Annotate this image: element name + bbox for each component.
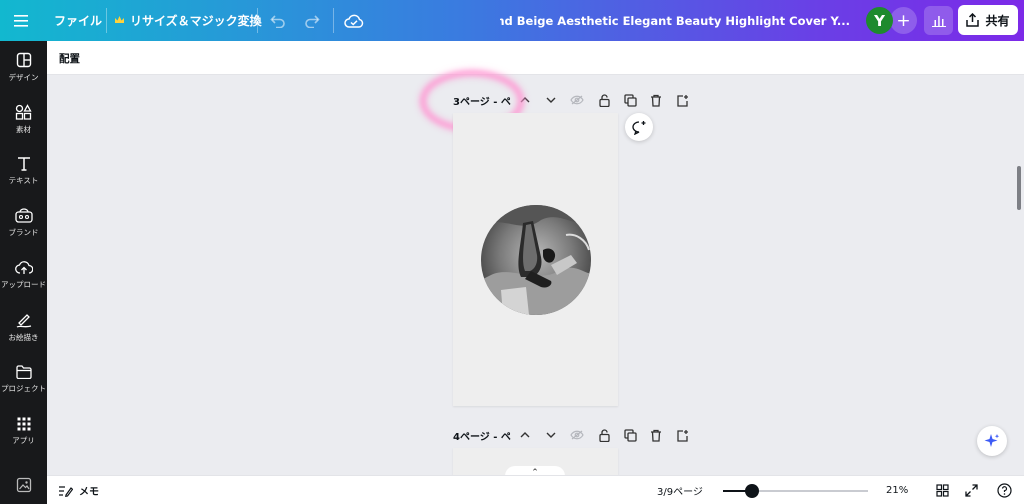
circle-photo[interactable] [481, 205, 591, 315]
chevron-down-icon[interactable] [543, 427, 559, 443]
sidebar-item-label: プロジェクト [1, 383, 46, 393]
sidebar-item-label: お絵描き [8, 332, 39, 342]
notes-button[interactable]: メモ [58, 476, 99, 504]
sidebar-item-label: ブランド [8, 228, 39, 237]
sidebar-item-projects[interactable]: プロジェクト [0, 353, 47, 405]
page-indicator[interactable]: 3/9ページ [657, 476, 703, 504]
cloud-saved-icon[interactable] [344, 0, 364, 41]
fullscreen-icon[interactable] [965, 476, 978, 504]
toolbar-divider [257, 8, 258, 33]
sidebar-item-elements[interactable]: 素材 [0, 93, 47, 145]
context-toolbar: 配置 [47, 41, 1024, 75]
top-bar: ファイル リサイズ＆マジック変換 Grey and Beige Aestheti… [0, 0, 1024, 41]
duplicate-page-icon[interactable] [622, 427, 638, 443]
crown-icon [114, 14, 125, 28]
trash-icon[interactable] [648, 427, 664, 443]
sidebar-item-label: 素材 [16, 124, 31, 134]
notes-icon [59, 485, 73, 497]
design-icon [16, 52, 31, 67]
bar-chart-icon [931, 16, 946, 27]
share-label: 共有 [985, 13, 1010, 28]
comment-icon [632, 120, 646, 135]
apps-icon [17, 417, 30, 430]
grid-view-icon[interactable] [936, 476, 949, 504]
plus-icon: + [896, 10, 911, 31]
shoe-photo-image [481, 205, 591, 315]
document-title[interactable]: Grey and Beige Aesthetic Elegant Beauty … [500, 0, 850, 41]
page-title-4[interactable]: 4ページ - ペ... [453, 428, 511, 443]
lock-icon[interactable] [596, 92, 612, 108]
page-toolbar-4: 4ページ - ペ... [453, 425, 511, 445]
upload-icon [14, 261, 33, 274]
magic-assistant-button[interactable] [977, 426, 1007, 456]
avatar[interactable]: Y [866, 7, 893, 34]
sidebar-item-label: テキスト [8, 176, 39, 185]
sidebar-item-label: アップロード [1, 280, 46, 289]
draw-icon [16, 313, 31, 328]
toolbar-divider [106, 8, 107, 33]
sidebar-item-upload[interactable]: アップロード [0, 249, 47, 301]
add-page-icon[interactable] [674, 427, 690, 443]
menu-icon[interactable] [14, 0, 28, 41]
redo-icon[interactable] [304, 0, 320, 41]
chevron-down-icon[interactable] [543, 92, 559, 108]
image-gallery-icon [16, 477, 31, 493]
help-icon[interactable] [997, 476, 1012, 504]
resize-magic-label: リサイズ＆マジック変換 [130, 14, 262, 28]
bottom-bar: メモ 3/9ページ 21% [47, 475, 1024, 504]
lock-icon[interactable] [596, 427, 612, 443]
undo-icon[interactable] [270, 0, 286, 41]
toolbar-divider [333, 8, 334, 33]
projects-icon [15, 364, 32, 379]
sidebar-item-apps[interactable]: アプリ [0, 405, 47, 457]
sidebar-item-text[interactable]: テキスト [0, 145, 47, 197]
insights-button[interactable] [924, 6, 953, 35]
elements-icon [15, 103, 32, 120]
sparkle-icon [984, 434, 1000, 447]
duplicate-page-icon[interactable] [622, 92, 638, 108]
trash-icon[interactable] [648, 92, 664, 108]
sidebar-item-design[interactable]: デザイン [0, 41, 47, 93]
sidebar-item-label: デザイン [8, 72, 39, 82]
sidebar-item-gallery[interactable] [0, 465, 47, 504]
zoom-slider[interactable] [723, 484, 868, 498]
add-comment-button[interactable] [625, 113, 653, 141]
zoom-slider-handle[interactable] [745, 484, 759, 498]
notes-label: メモ [79, 487, 99, 498]
share-button[interactable]: 共有 [958, 5, 1018, 35]
sidebar-item-draw[interactable]: お絵描き [0, 301, 47, 353]
resize-magic-button[interactable]: リサイズ＆マジック変換 [114, 0, 262, 41]
brand-icon [14, 208, 33, 223]
hide-page-icon[interactable] [569, 427, 585, 443]
hide-page-icon[interactable] [569, 92, 585, 108]
arrange-button[interactable]: 配置 [59, 41, 80, 75]
file-menu-button[interactable]: ファイル [54, 0, 102, 41]
sidebar-item-label: アプリ [12, 435, 35, 445]
left-sidebar: デザイン 素材 テキスト ブランド アップロード お絵描き プロジェクト アプリ [0, 41, 47, 504]
text-icon [17, 157, 30, 171]
add-collaborator-button[interactable]: + [890, 7, 917, 34]
sidebar-item-brand[interactable]: ブランド [0, 197, 47, 249]
vertical-scrollbar[interactable] [1017, 166, 1021, 210]
zoom-level[interactable]: 21% [886, 476, 908, 504]
chevron-up-icon[interactable] [517, 427, 533, 443]
share-icon [966, 13, 980, 27]
add-page-icon[interactable] [674, 92, 690, 108]
